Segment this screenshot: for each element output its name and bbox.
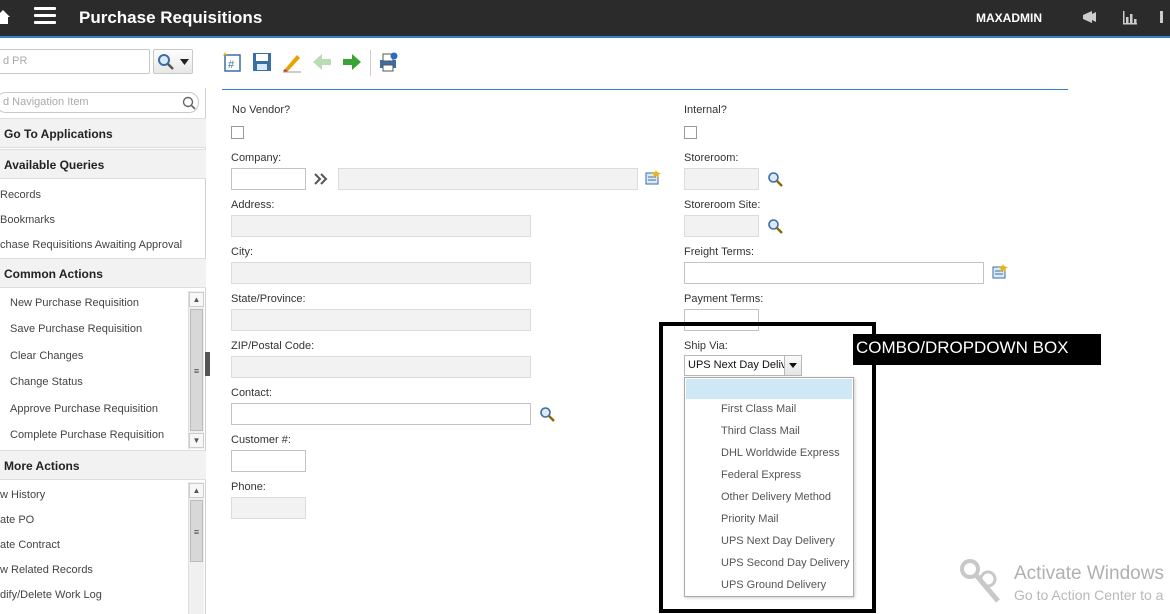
user-name[interactable]: MAXADMIN (976, 11, 1042, 25)
storeroom-label: Storeroom: (684, 152, 739, 164)
query-item[interactable]: Records (0, 189, 41, 201)
new-record-icon[interactable]: # (221, 51, 243, 73)
city-field (231, 262, 531, 284)
chart-icon[interactable] (1122, 9, 1138, 25)
find-pr-input[interactable]: d PR (0, 49, 150, 74)
scroll-thumb[interactable]: ≡ (190, 500, 203, 562)
clear-changes-icon[interactable] (281, 51, 303, 73)
action-change-status[interactable]: Change Status (10, 376, 83, 388)
query-item[interactable]: chase Requisitions Awaiting Approval (0, 239, 182, 251)
previous-arrow-icon[interactable] (311, 51, 333, 73)
search-icon[interactable] (767, 171, 783, 187)
scroll-thumb[interactable]: ≡ (190, 309, 203, 431)
print-icon[interactable] (377, 51, 399, 73)
find-navigation-input[interactable]: d Navigation Item (0, 92, 199, 113)
more-action-item[interactable]: ate PO (0, 514, 34, 526)
key-icon (960, 559, 1000, 603)
more-action-item[interactable]: ate Contract (0, 539, 60, 551)
chevron-down-icon (180, 59, 189, 65)
toolbar-divider (370, 50, 371, 76)
activation-watermark-title: Activate Windows (1014, 563, 1164, 584)
payment-terms-label: Payment Terms: (684, 293, 764, 305)
section-divider (222, 89, 1068, 90)
search-icon[interactable] (182, 96, 196, 110)
common-actions-header[interactable]: Common Actions (0, 258, 206, 288)
scroll-up-arrow[interactable]: ▲ (189, 483, 204, 498)
more-actions-scrollbar[interactable]: ▲ ≡ (188, 482, 204, 614)
address-field (231, 215, 531, 237)
no-vendor-label: No Vendor? (232, 104, 291, 116)
action-save-pr[interactable]: Save Purchase Requisition (10, 323, 142, 335)
chevron-double-right-icon[interactable] (313, 171, 329, 187)
search-options-button[interactable] (153, 49, 193, 74)
state-field (231, 309, 531, 331)
more-actions-header[interactable]: More Actions (0, 450, 206, 480)
more-action-item[interactable]: w History (0, 489, 45, 501)
company-description-field (338, 168, 638, 190)
customer-field[interactable] (231, 450, 306, 472)
next-arrow-icon[interactable] (341, 51, 363, 73)
customer-label: Customer #: (231, 434, 291, 446)
available-queries-header[interactable]: Available Queries (0, 149, 206, 179)
address-label: Address: (231, 199, 275, 211)
action-clear-changes[interactable]: Clear Changes (10, 350, 83, 362)
freight-terms-label: Freight Terms: (684, 246, 755, 258)
storeroom-field (684, 168, 759, 190)
annotation-label: COMBO/DROPDOWN BOX (853, 334, 1101, 365)
detail-menu-icon[interactable] (645, 170, 661, 186)
activation-watermark-subtitle: Go to Action Center to a (1014, 587, 1164, 603)
bulletin-icon[interactable] (1082, 9, 1098, 25)
phone-label: Phone: (231, 481, 266, 493)
search-icon[interactable] (539, 406, 555, 422)
internal-label: Internal? (684, 104, 727, 116)
home-icon[interactable] (0, 8, 10, 26)
storeroom-site-field (684, 215, 759, 237)
scroll-up-arrow[interactable]: ▲ (189, 292, 204, 307)
help-icon[interactable] (1160, 9, 1170, 25)
left-navigation: d Navigation Item Go To Applications Ava… (0, 88, 206, 614)
action-new-pr[interactable]: New Purchase Requisition (10, 297, 139, 309)
company-label: Company: (231, 152, 282, 164)
annotation-highlight-box (659, 322, 876, 613)
more-action-item[interactable]: dify/Delete Work Log (0, 589, 102, 601)
phone-field (231, 497, 306, 519)
company-field[interactable] (231, 168, 306, 190)
action-approve-pr[interactable]: Approve Purchase Requisition (10, 403, 158, 415)
freight-terms-field[interactable] (684, 262, 984, 284)
action-complete-pr[interactable]: Complete Purchase Requisition (10, 429, 164, 441)
collapse-nav-handle[interactable] (205, 352, 210, 376)
go-to-applications[interactable]: Go To Applications (0, 118, 206, 148)
scroll-down-arrow[interactable]: ▼ (189, 433, 204, 448)
menu-icon[interactable] (34, 7, 56, 25)
zip-label: ZIP/Postal Code: (231, 340, 315, 352)
contact-label: Contact: (231, 387, 272, 399)
query-item[interactable]: Bookmarks (0, 214, 55, 226)
app-title: Purchase Requisitions (79, 8, 263, 27)
common-actions-scrollbar[interactable]: ▲ ≡ ▼ (188, 291, 204, 449)
zip-field (231, 356, 531, 378)
more-action-item[interactable]: w Related Records (0, 564, 93, 576)
contact-field[interactable] (231, 403, 531, 425)
city-label: City: (231, 246, 253, 258)
no-vendor-checkbox[interactable] (231, 126, 244, 139)
search-icon (158, 54, 174, 70)
top-bar: Purchase Requisitions MAXADMIN (0, 0, 1170, 36)
internal-checkbox[interactable] (684, 126, 697, 139)
search-icon[interactable] (767, 218, 783, 234)
header-accent (0, 36, 1170, 38)
detail-menu-icon[interactable] (992, 264, 1008, 280)
state-label: State/Province: (231, 293, 306, 305)
save-icon[interactable] (251, 51, 273, 73)
storeroom-site-label: Storeroom Site: (684, 199, 761, 211)
svg-text:#: # (228, 59, 235, 71)
